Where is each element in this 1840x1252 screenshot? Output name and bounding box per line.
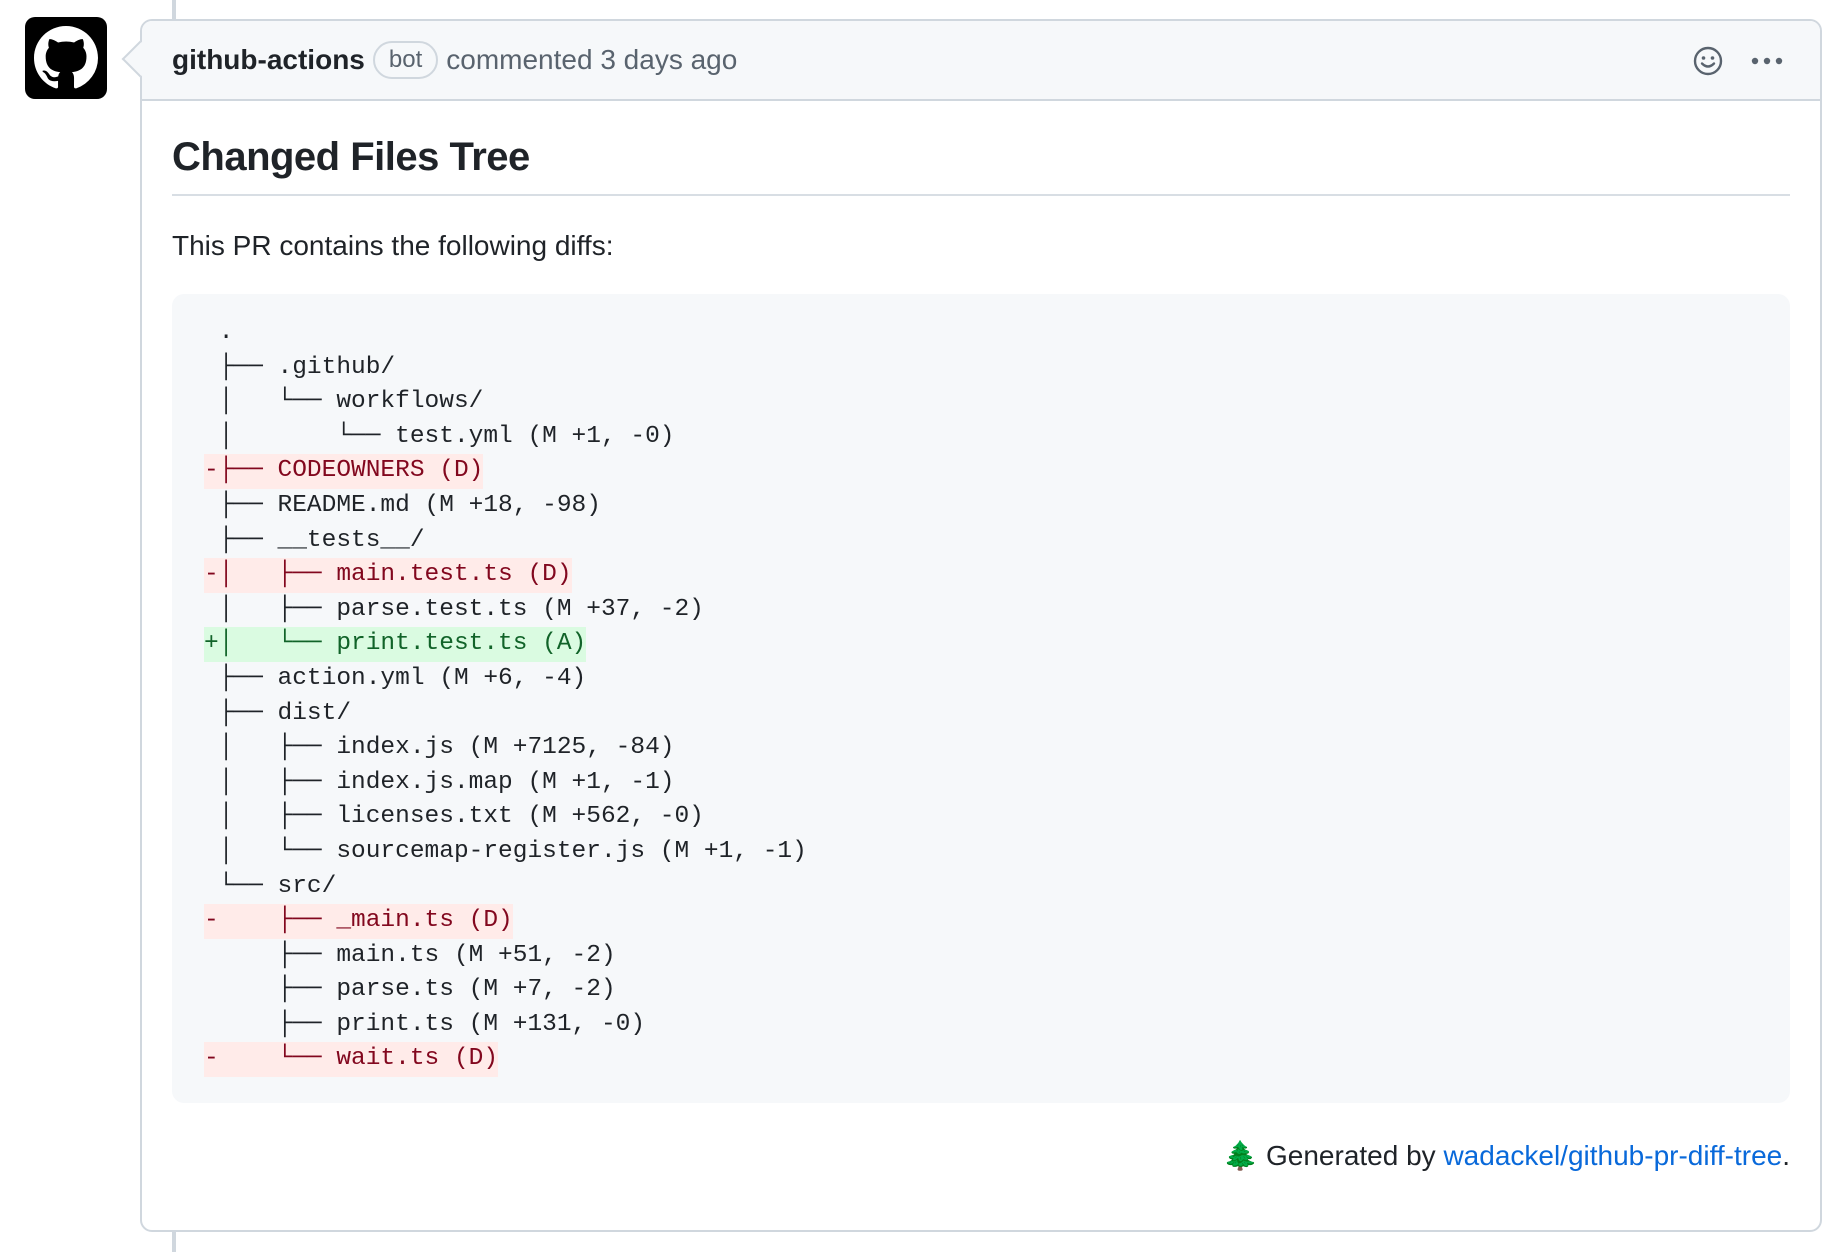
- tree-line: │ ├── index.js (M +7125, -84): [172, 731, 1790, 766]
- tree-line: ├── main.ts (M +51, -2): [172, 939, 1790, 974]
- tree-line: │ └── test.yml (M +1, -0): [172, 420, 1790, 455]
- tree-line-text: │ ├── parse.test.ts (M +37, -2): [204, 595, 704, 623]
- diff-tree-code-block: . ├── .github/ │ └── workflows/ │ └── te…: [172, 294, 1790, 1104]
- footer-repo-link[interactable]: wadackel/github-pr-diff-tree: [1443, 1140, 1782, 1171]
- author-link[interactable]: github-actions: [172, 44, 365, 76]
- timeline-connector-top: [172, 0, 176, 20]
- page-title: Changed Files Tree: [172, 135, 1790, 196]
- tree-line: - ├── _main.ts (D): [172, 904, 1790, 939]
- tree-line-text: └── src/: [204, 872, 337, 900]
- timeline-stage: github-actions bot commented 3 days ago: [0, 0, 1840, 1252]
- tree-line-text: ├── dist/: [204, 699, 352, 727]
- footer-prefix: Generated by: [1266, 1140, 1436, 1172]
- tree-line-text: - └── wait.ts (D): [204, 1042, 499, 1078]
- tree-line-text: -│ ├── main.test.ts (D): [204, 558, 572, 593]
- tree-line: ├── README.md (M +18, -98): [172, 489, 1790, 524]
- tree-line: │ ├── licenses.txt (M +562, -0): [172, 800, 1790, 835]
- generated-by-footer: 🌲 Generated by wadackel/github-pr-diff-t…: [172, 1139, 1790, 1172]
- tree-line: ├── __tests__/: [172, 524, 1790, 559]
- tree-emoji-icon: 🌲: [1223, 1140, 1259, 1172]
- tree-line: ├── dist/: [172, 697, 1790, 732]
- tree-line: ├── .github/: [172, 351, 1790, 386]
- tree-line-text: ├── .github/: [204, 353, 396, 381]
- kebab-horizontal-icon: [1751, 57, 1783, 65]
- tree-line-text: ├── print.ts (M +131, -0): [204, 1010, 646, 1038]
- tree-line-text: │ └── sourcemap-register.js (M +1, -1): [204, 837, 807, 865]
- tree-line: ├── action.yml (M +6, -4): [172, 662, 1790, 697]
- tree-line: ├── print.ts (M +131, -0): [172, 1008, 1790, 1043]
- tree-line-text: +│ └── print.test.ts (A): [204, 627, 587, 662]
- tree-line-text: ├── action.yml (M +6, -4): [204, 664, 587, 692]
- tree-line-text: - ├── _main.ts (D): [204, 904, 513, 939]
- tree-line: - └── wait.ts (D): [172, 1042, 1790, 1078]
- comment-timestamp[interactable]: commented 3 days ago: [446, 44, 737, 76]
- header-actions: [1692, 21, 1784, 101]
- timeline-connector-bottom: [172, 1232, 176, 1252]
- tree-line-text: │ └── test.yml (M +1, -0): [204, 422, 675, 450]
- add-reaction-button[interactable]: [1692, 45, 1724, 77]
- tree-line-text: ├── main.ts (M +51, -2): [204, 941, 616, 969]
- tree-line-text: ├── parse.ts (M +7, -2): [204, 976, 616, 1004]
- tree-line: .: [172, 316, 1790, 351]
- tree-line: │ ├── index.js.map (M +1, -1): [172, 766, 1790, 801]
- github-mark-icon: [34, 26, 98, 89]
- tree-line: │ └── sourcemap-register.js (M +1, -1): [172, 835, 1790, 870]
- intro-text: This PR contains the following diffs:: [172, 230, 614, 261]
- tree-line: └── src/: [172, 870, 1790, 905]
- tree-line-text: .: [204, 319, 234, 346]
- tree-line: ├── parse.ts (M +7, -2): [172, 973, 1790, 1008]
- tree-line-text: │ ├── index.js (M +7125, -84): [204, 734, 675, 762]
- tree-line: -│ ├── main.test.ts (D): [172, 558, 1790, 593]
- bot-badge: bot: [372, 41, 439, 79]
- smiley-icon: [1693, 46, 1723, 76]
- tree-line-text: │ ├── licenses.txt (M +562, -0): [204, 803, 704, 831]
- tree-line-text: │ └── workflows/: [204, 388, 484, 416]
- comment-header: github-actions bot commented 3 days ago: [142, 21, 1820, 101]
- tree-line: │ └── workflows/: [172, 385, 1790, 420]
- tree-line: +│ └── print.test.ts (A): [172, 627, 1790, 662]
- tree-line-text: ├── README.md (M +18, -98): [204, 491, 601, 519]
- footer-suffix: .: [1782, 1140, 1790, 1172]
- tree-line-text: ├── __tests__/: [204, 526, 425, 554]
- tree-line: │ ├── parse.test.ts (M +37, -2): [172, 593, 1790, 628]
- tree-line: -├── CODEOWNERS (D): [172, 454, 1790, 489]
- comment-body: Changed Files Tree This PR contains the …: [142, 135, 1820, 1172]
- avatar[interactable]: [25, 17, 107, 99]
- more-options-button[interactable]: [1750, 55, 1784, 67]
- tree-line-text: │ ├── index.js.map (M +1, -1): [204, 768, 675, 796]
- tree-line-text: -├── CODEOWNERS (D): [204, 454, 484, 489]
- comment-box: github-actions bot commented 3 days ago: [140, 19, 1822, 1232]
